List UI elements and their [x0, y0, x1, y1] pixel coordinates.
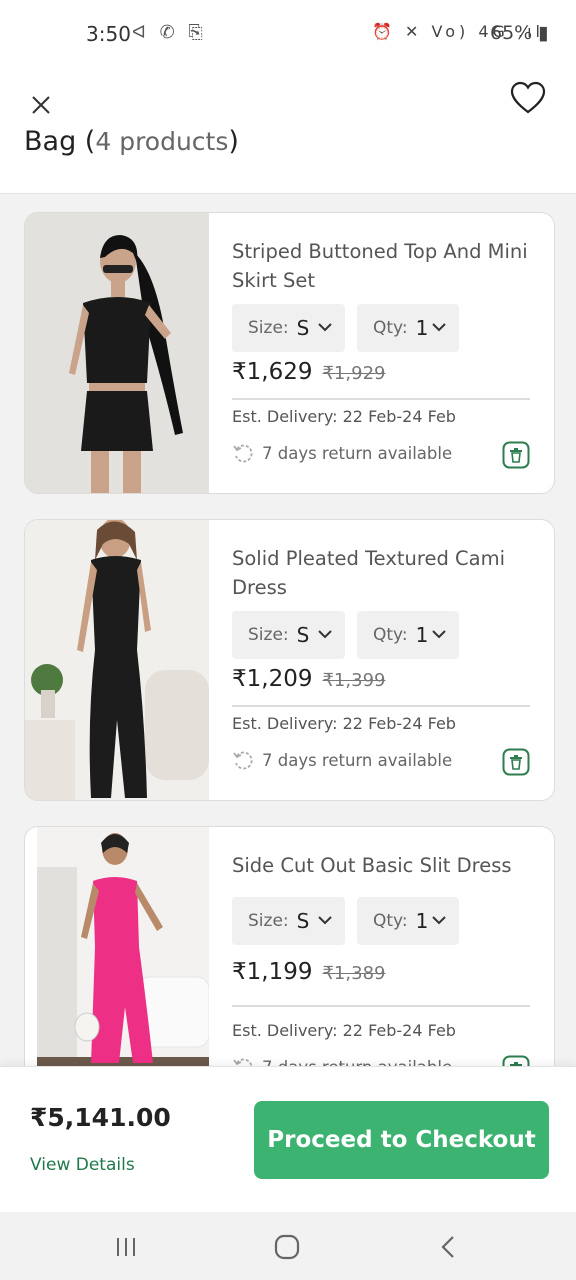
return-policy: 7 days return available [232, 442, 452, 464]
close-button[interactable] [22, 80, 62, 120]
close-icon [32, 96, 50, 114]
product-name[interactable]: Solid Pleated Textured Cami Dress [232, 544, 532, 602]
chevron-down-icon [318, 916, 332, 925]
delivery-estimate: Est. Delivery: 22 Feb-24 Feb [232, 407, 456, 426]
view-details-link[interactable]: View Details [30, 1155, 135, 1175]
size-selector[interactable]: Size: S [232, 611, 345, 659]
divider [232, 1005, 530, 1007]
wishlist-button[interactable] [508, 78, 548, 118]
product-details: Striped Buttoned Top And Mini Skirt Set … [232, 213, 532, 493]
delivery-estimate: Est. Delivery: 22 Feb-24 Feb [232, 1021, 456, 1040]
page-title: Bag (4 products) [24, 126, 239, 157]
delete-icon[interactable] [502, 441, 530, 469]
status-time: 3:50 [86, 22, 131, 46]
product-image[interactable] [25, 520, 209, 801]
heart-icon [510, 81, 546, 114]
product-count: 4 products [95, 127, 229, 156]
back-icon[interactable] [434, 1232, 464, 1262]
chevron-down-icon [318, 630, 332, 639]
notification-icons: ᐊ ✆ ⎘ [132, 22, 207, 43]
return-policy: 7 days return available [232, 749, 452, 771]
product-details: Solid Pleated Textured Cami Dress Size: S… [232, 520, 532, 800]
price-row: ₹1,199 ₹1,389 [232, 959, 385, 985]
proceed-to-checkout-button[interactable]: Proceed to Checkout [254, 1101, 549, 1179]
battery-level: 65% ▮ [490, 22, 549, 44]
product-name[interactable]: Side Cut Out Basic Slit Dress [232, 851, 532, 880]
original-price: ₹1,399 [322, 670, 386, 691]
original-price: ₹1,929 [322, 363, 386, 384]
sale-price: ₹1,199 [232, 959, 313, 985]
return-icon [233, 751, 253, 770]
status-bar: 3:50 ᐊ ✆ ⎘ ⏰ ✕ Vo) 4G .ıl 65% ▮ [0, 0, 576, 70]
delete-icon[interactable] [502, 748, 530, 776]
chevron-down-icon [432, 630, 446, 639]
qty-selector[interactable]: Qty: 1 [357, 897, 459, 945]
home-icon[interactable] [272, 1232, 302, 1262]
size-selector[interactable]: Size: S [232, 304, 345, 352]
checkout-bar: ₹5,141.00 View Details Proceed to Checko… [0, 1066, 576, 1212]
bag-item-card[interactable]: Striped Buttoned Top And Mini Skirt Set … [24, 212, 555, 494]
qty-selector[interactable]: Qty: 1 [357, 611, 459, 659]
system-nav-bar [0, 1212, 576, 1280]
price-row: ₹1,209 ₹1,399 [232, 666, 385, 692]
qty-selector[interactable]: Qty: 1 [357, 304, 459, 352]
sale-price: ₹1,629 [232, 359, 313, 385]
return-icon [233, 444, 253, 463]
delivery-estimate: Est. Delivery: 22 Feb-24 Feb [232, 714, 456, 733]
divider [232, 705, 530, 707]
recent-apps-icon[interactable] [111, 1232, 141, 1262]
bag-header: Bag (4 products) [0, 70, 576, 194]
chevron-down-icon [432, 916, 446, 925]
price-row: ₹1,629 ₹1,929 [232, 359, 385, 385]
order-total: ₹5,141.00 [30, 1103, 171, 1132]
sale-price: ₹1,209 [232, 666, 313, 692]
divider [232, 398, 530, 400]
chevron-down-icon [318, 323, 332, 332]
bag-item-card[interactable]: Solid Pleated Textured Cami Dress Size: S… [24, 519, 555, 801]
chevron-down-icon [432, 323, 446, 332]
product-image[interactable] [25, 213, 209, 494]
product-name[interactable]: Striped Buttoned Top And Mini Skirt Set [232, 237, 532, 295]
original-price: ₹1,389 [322, 963, 386, 984]
size-selector[interactable]: Size: S [232, 897, 345, 945]
